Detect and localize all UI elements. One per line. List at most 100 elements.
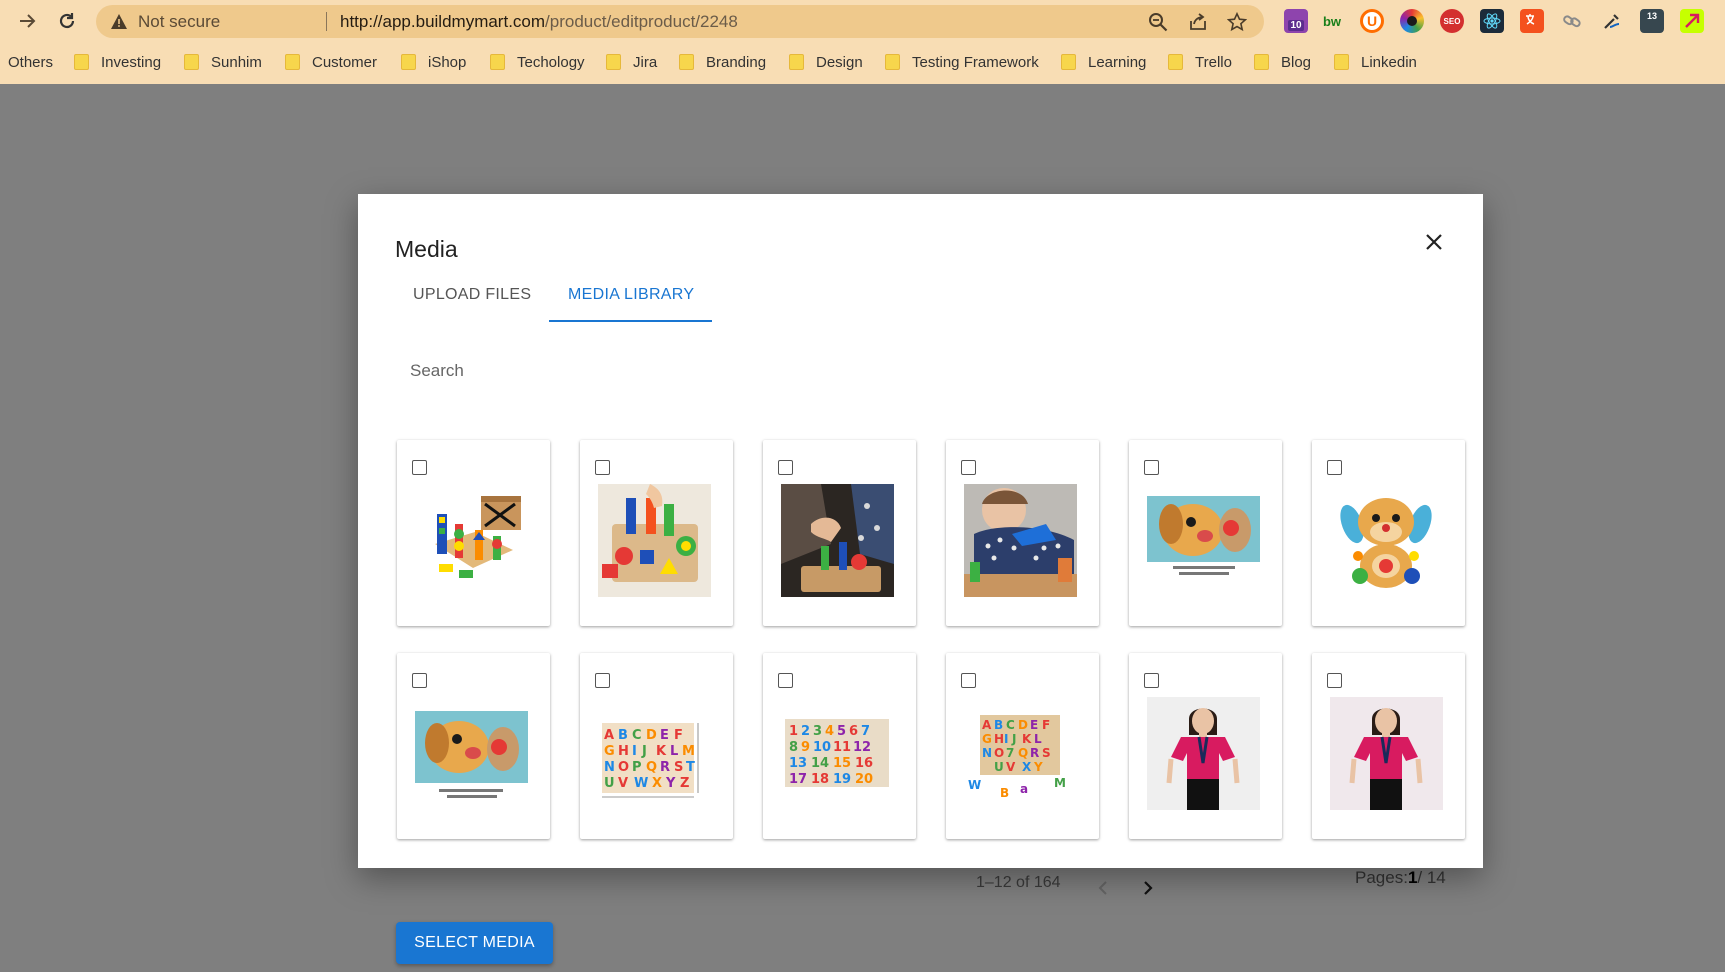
svg-text:X: X xyxy=(652,776,662,791)
media-item[interactable] xyxy=(397,653,550,839)
media-item[interactable] xyxy=(1312,440,1465,626)
media-item[interactable] xyxy=(1312,653,1465,839)
bookmark-folder[interactable]: Linkedin xyxy=(1334,49,1417,75)
address-bar[interactable]: Not secure http://app.buildmymart.com/pr… xyxy=(96,5,1264,38)
svg-text:O: O xyxy=(618,760,629,775)
folder-icon xyxy=(606,54,621,70)
media-item[interactable] xyxy=(946,440,1099,626)
media-checkbox[interactable] xyxy=(595,673,610,688)
bookmark-star-button[interactable] xyxy=(1226,11,1248,33)
svg-text:3: 3 xyxy=(813,724,822,739)
svg-text:R: R xyxy=(660,760,670,775)
svg-text:13: 13 xyxy=(789,756,807,771)
shape-sorter-image xyxy=(781,484,894,597)
media-checkbox[interactable] xyxy=(1144,460,1159,475)
extension-icon[interactable]: SEO xyxy=(1440,9,1464,33)
link-extension-icon[interactable] xyxy=(1560,9,1584,33)
alphabet-puzzle-image: ABCDEF GHIJKLM NOPQRST UVWXYZ xyxy=(598,697,711,810)
svg-text:C: C xyxy=(632,728,642,743)
bookmark-folder[interactable]: Techology xyxy=(490,49,585,75)
svg-text:K: K xyxy=(1022,732,1032,746)
share-button[interactable] xyxy=(1187,11,1209,33)
media-thumbnail xyxy=(1330,697,1443,810)
media-checkbox[interactable] xyxy=(595,460,610,475)
extension-icon[interactable]: 10 xyxy=(1284,9,1308,33)
bookmark-folder[interactable]: Customer xyxy=(285,49,377,75)
media-checkbox[interactable] xyxy=(1327,460,1342,475)
media-checkbox[interactable] xyxy=(412,673,427,688)
extension-icon[interactable]: 13 xyxy=(1640,9,1664,33)
svg-text:10: 10 xyxy=(813,740,831,755)
eyedropper-icon xyxy=(1604,14,1620,29)
extension-icon[interactable] xyxy=(1520,9,1544,33)
media-thumbnail xyxy=(415,697,528,810)
media-item[interactable] xyxy=(397,440,550,626)
bookmark-folder[interactable]: Trello xyxy=(1168,49,1232,75)
bookmark-folder[interactable]: Testing Framework xyxy=(885,49,1039,75)
bookmark-folder[interactable]: iShop xyxy=(401,49,466,75)
tab-media-library[interactable]: MEDIA LIBRARY xyxy=(568,286,694,316)
search-input[interactable] xyxy=(410,356,810,386)
extension-icon[interactable] xyxy=(1400,9,1424,33)
close-button[interactable] xyxy=(1420,228,1448,256)
folder-icon xyxy=(1168,54,1183,70)
extension-icon[interactable]: U xyxy=(1360,9,1384,33)
bookmark-folder[interactable]: Design xyxy=(789,49,863,75)
react-devtools-icon[interactable] xyxy=(1480,9,1504,33)
media-thumbnail xyxy=(1147,697,1260,810)
tab-upload-files[interactable]: UPLOAD FILES xyxy=(413,286,531,316)
media-checkbox[interactable] xyxy=(412,460,427,475)
warning-icon xyxy=(111,14,127,29)
bookmark-label: iShop xyxy=(428,53,467,71)
media-item[interactable] xyxy=(1129,653,1282,839)
media-checkbox[interactable] xyxy=(778,673,793,688)
url-path: /product/editproduct/2248 xyxy=(545,12,738,31)
svg-text:U: U xyxy=(994,760,1004,774)
svg-text:Q: Q xyxy=(646,760,657,775)
svg-text:B: B xyxy=(1000,786,1009,800)
plush-puppy-image xyxy=(1147,484,1260,597)
zoom-button[interactable] xyxy=(1147,11,1169,33)
media-item[interactable]: 1234567 8 9 10 11 12 13 14 15 16 17 18 19 20 xyxy=(763,653,916,839)
folder-icon xyxy=(74,54,89,70)
svg-text:15: 15 xyxy=(833,756,851,771)
extension-badge: SEO xyxy=(1443,16,1461,26)
bookmark-folder[interactable]: Branding xyxy=(679,49,766,75)
bookmark-folder[interactable]: Sunhim xyxy=(184,49,262,75)
reload-button[interactable] xyxy=(56,10,78,32)
svg-text:5: 5 xyxy=(837,724,846,739)
media-checkbox[interactable] xyxy=(778,460,793,475)
media-item[interactable] xyxy=(580,440,733,626)
extension-icon[interactable] xyxy=(1680,9,1704,33)
media-checkbox[interactable] xyxy=(961,673,976,688)
media-item[interactable] xyxy=(1129,440,1282,626)
media-checkbox[interactable] xyxy=(1144,673,1159,688)
media-item[interactable] xyxy=(763,440,916,626)
svg-text:Q: Q xyxy=(1018,746,1028,760)
media-item[interactable]: ABCDEF GHIJKL NO7QRS UVXY WBaM xyxy=(946,653,1099,839)
security-status[interactable]: Not secure xyxy=(138,12,220,32)
bookmark-folder[interactable]: Learning xyxy=(1061,49,1146,75)
select-media-button[interactable]: SELECT MEDIA xyxy=(396,922,553,964)
media-thumbnail: 1234567 8 9 10 11 12 13 14 15 16 17 18 19 20 xyxy=(781,697,894,810)
bookmark-folder[interactable]: Investing xyxy=(74,49,161,75)
bookmark-label: Learning xyxy=(1088,53,1147,71)
folder-icon xyxy=(490,54,505,70)
eyedropper-extension-icon[interactable] xyxy=(1600,9,1624,33)
bookmark-folder[interactable]: Jira xyxy=(606,49,657,75)
bookmark-label: Investing xyxy=(101,53,162,71)
url-text[interactable]: http://app.buildmymart.com/product/editp… xyxy=(340,12,738,32)
media-item[interactable]: ABCDEF GHIJKLM NOPQRST UVWXYZ xyxy=(580,653,733,839)
bookmark-others[interactable]: Others xyxy=(8,49,53,75)
number-puzzle-image: 1234567 8 9 10 11 12 13 14 15 16 17 18 19 20 xyxy=(781,697,894,810)
media-checkbox[interactable] xyxy=(961,460,976,475)
forward-button[interactable] xyxy=(16,10,38,32)
media-checkbox[interactable] xyxy=(1327,673,1342,688)
svg-text:A: A xyxy=(982,718,992,732)
extension-icon[interactable]: bw xyxy=(1320,9,1344,33)
previous-page-button[interactable] xyxy=(1097,880,1109,901)
svg-text:U: U xyxy=(604,776,615,791)
svg-text:M: M xyxy=(682,744,695,759)
next-page-button[interactable] xyxy=(1142,880,1154,901)
bookmark-folder[interactable]: Blog xyxy=(1254,49,1311,75)
